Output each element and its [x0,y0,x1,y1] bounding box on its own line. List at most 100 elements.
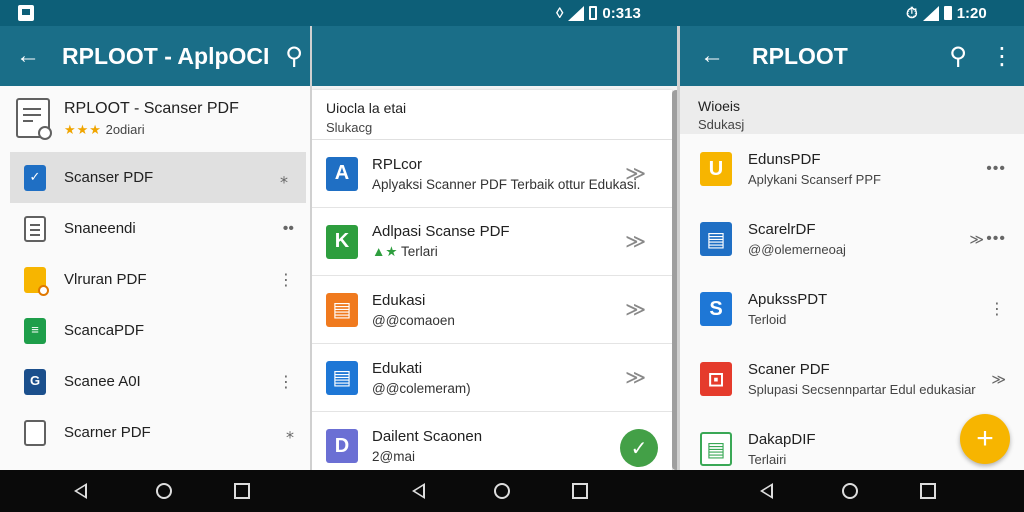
nav-back-icon[interactable] [74,483,87,499]
item-title: DakapDIF [748,431,816,448]
item-subtitle: @@olemerneoaj [748,242,846,257]
nav-back-icon[interactable] [412,483,425,499]
item-subtitle: @@comaoen [372,312,455,328]
list-item-label: Snaneendi [64,220,136,237]
chevron-right-icon[interactable]: ≫ [625,365,646,390]
rating-stars: ★★★ [64,122,102,137]
status-time-left: 0:313 [602,4,641,22]
list-item-label: Vlruran PDF [64,271,147,288]
chevron-right-icon[interactable]: ≫ [625,297,646,322]
item-subtitle-text: Terlari [400,244,438,259]
search-icon[interactable]: ⚲ [280,42,308,70]
sheet-header: Uiocla la etai Slukacg [312,90,672,140]
item-title: Adlpasi Scanse PDF [372,223,510,240]
more-vert-icon[interactable]: ⋮ [278,270,294,290]
orange-file-icon [24,266,49,296]
list-item[interactable]: ▤ Edukati @@colemeram) ≫ [312,344,672,412]
list-item[interactable]: D Dailent Scaonen 2@mai [312,412,672,470]
confirm-button[interactable]: ✓ [620,429,658,467]
rating-text: 2odiari [105,122,145,137]
list-item-label: Scanser PDF [64,169,154,186]
nav-home-icon[interactable] [494,483,510,499]
more-vert-icon[interactable]: ⋮ [988,42,1016,70]
back-arrow-icon[interactable]: ← [14,42,42,70]
item-title: ApukssPDT [748,291,828,308]
chevron-right-icon[interactable]: ≫ [625,161,646,186]
list-item[interactable]: ✓ Scanser PDF ⁎ [10,152,306,203]
navy-file-icon: G [24,368,46,395]
battery-full-icon [943,6,952,20]
pin-icon[interactable]: ⁎ [280,168,288,188]
pin-icon[interactable]: ⁎ [286,423,294,443]
nav-home-icon[interactable] [842,483,858,499]
section-title: Wioeis [698,98,741,114]
item-title: Edukasi [372,291,426,309]
notification-icon [18,5,34,21]
list-item[interactable]: U EdunsPDF Aplykani Scanserf PPF ••• [680,134,1024,204]
navigation-bar [0,470,1024,512]
list-item[interactable]: K Adlpasi Scanse PDF ▲★ Terlari ≫ [312,208,672,276]
more-icon[interactable]: ••• [986,160,1006,178]
more-icon[interactable]: ••• [986,230,1006,248]
nav-home-icon[interactable] [156,483,172,499]
list-item[interactable]: ▤ Edukasi @@comaoen ≫ [312,276,672,344]
nav-back-icon[interactable] [760,483,773,499]
app-sheet: Uiocla la etai Slukacg A RPLcor Aplyaksi… [312,90,672,470]
app-pdf-red-icon: ⊡ [700,362,732,396]
item-subtitle: @@colemeram) [372,380,471,396]
app-u-icon: U [700,152,732,186]
item-title: Dailent Scaonen [372,428,483,445]
app-k-icon: K [326,224,358,259]
app-d-icon: D [326,429,358,463]
list-item[interactable]: Vlruran PDF ⋮ [0,254,312,305]
app-header: RPLOOT - Scanser PDF ★★★ 2odiari [0,86,312,152]
wifi-icon [922,5,939,21]
app-sheet-icon: ▤ [700,432,732,466]
signal-icon [568,5,585,21]
list-item[interactable]: G Scanee A0I ⋮ [0,356,312,407]
app-a-icon: A [326,156,358,191]
list-item[interactable]: Snaneendi •• [0,203,312,254]
page-title: RPLOOT - AplpOCI [62,42,270,69]
app-name: RPLOOT - Scanser PDF [64,100,239,117]
item-subtitle: ▲★ Terlari [372,244,510,260]
more-icon[interactable]: •• [283,220,294,238]
green-sheet-icon: ≡ [24,317,46,344]
app-s-icon: S [700,292,732,326]
back-arrow-icon[interactable]: ← [698,42,726,70]
more-vert-icon[interactable]: ⋮ [989,299,1006,319]
right-panel: ← RPLOOT ⚲ ⋮ Wioeis Sdukasj U EdunsPDF A… [680,26,1024,470]
app-bar: ← RPLOOT ⚲ ⋮ [680,26,1024,86]
nav-recent-icon[interactable] [920,483,936,499]
list-item[interactable]: ▤ ScarelrDF @@olemerneoaj ≫ ••• [680,204,1024,274]
sheet-subtitle: Slukacg [326,120,373,135]
app-bar [312,26,680,86]
middle-panel: Uiocla la etai Slukacg A RPLcor Aplyaksi… [312,26,680,470]
file-list: ✓ Scanser PDF ⁎ Snaneendi •• Vlruran PDF… [0,152,312,458]
list-item[interactable]: ⊡ Scaner PDF Splupasi Secsennpartar Edul… [680,344,1024,414]
vibrate-icon: ◊ [556,4,564,22]
chevron-right-icon[interactable]: ≫ [991,371,1006,388]
app-slides-icon: ▤ [326,292,358,327]
list-item-label: Scanee A0I [64,373,141,390]
search-icon[interactable]: ⚲ [944,42,972,70]
app-bar: ← RPLOOT - AplpOCI ⚲ [0,26,312,86]
app-rating: ★★★ 2odiari [64,122,239,138]
item-title: EdunsPDF [748,151,821,168]
list-item[interactable]: A RPLcor Aplyaksi Scanner PDF Terbaik ot… [312,140,672,208]
nav-recent-icon[interactable] [234,483,250,499]
list-item-label: Scarner PDF [64,424,151,441]
chevron-right-icon[interactable]: ≫ [969,231,984,248]
blank-doc-icon [24,419,46,446]
more-vert-icon[interactable]: ⋮ [278,372,294,392]
nav-recent-icon[interactable] [572,483,588,499]
item-title: Scaner PDF [748,361,830,378]
add-button[interactable]: + [960,414,1010,464]
pdf-blue-icon: ✓ [24,164,46,191]
list-item[interactable]: ≡ ScancaPDF [0,305,312,356]
chevron-right-icon[interactable]: ≫ [625,229,646,254]
sheet-title: Uiocla la etai [326,100,407,116]
item-subtitle: Aplykani Scanserf PPF [748,172,881,187]
list-item[interactable]: S ApukssPDT Terloid ⋮ [680,274,1024,344]
list-item[interactable]: Scarner PDF ⁎ [0,407,312,458]
